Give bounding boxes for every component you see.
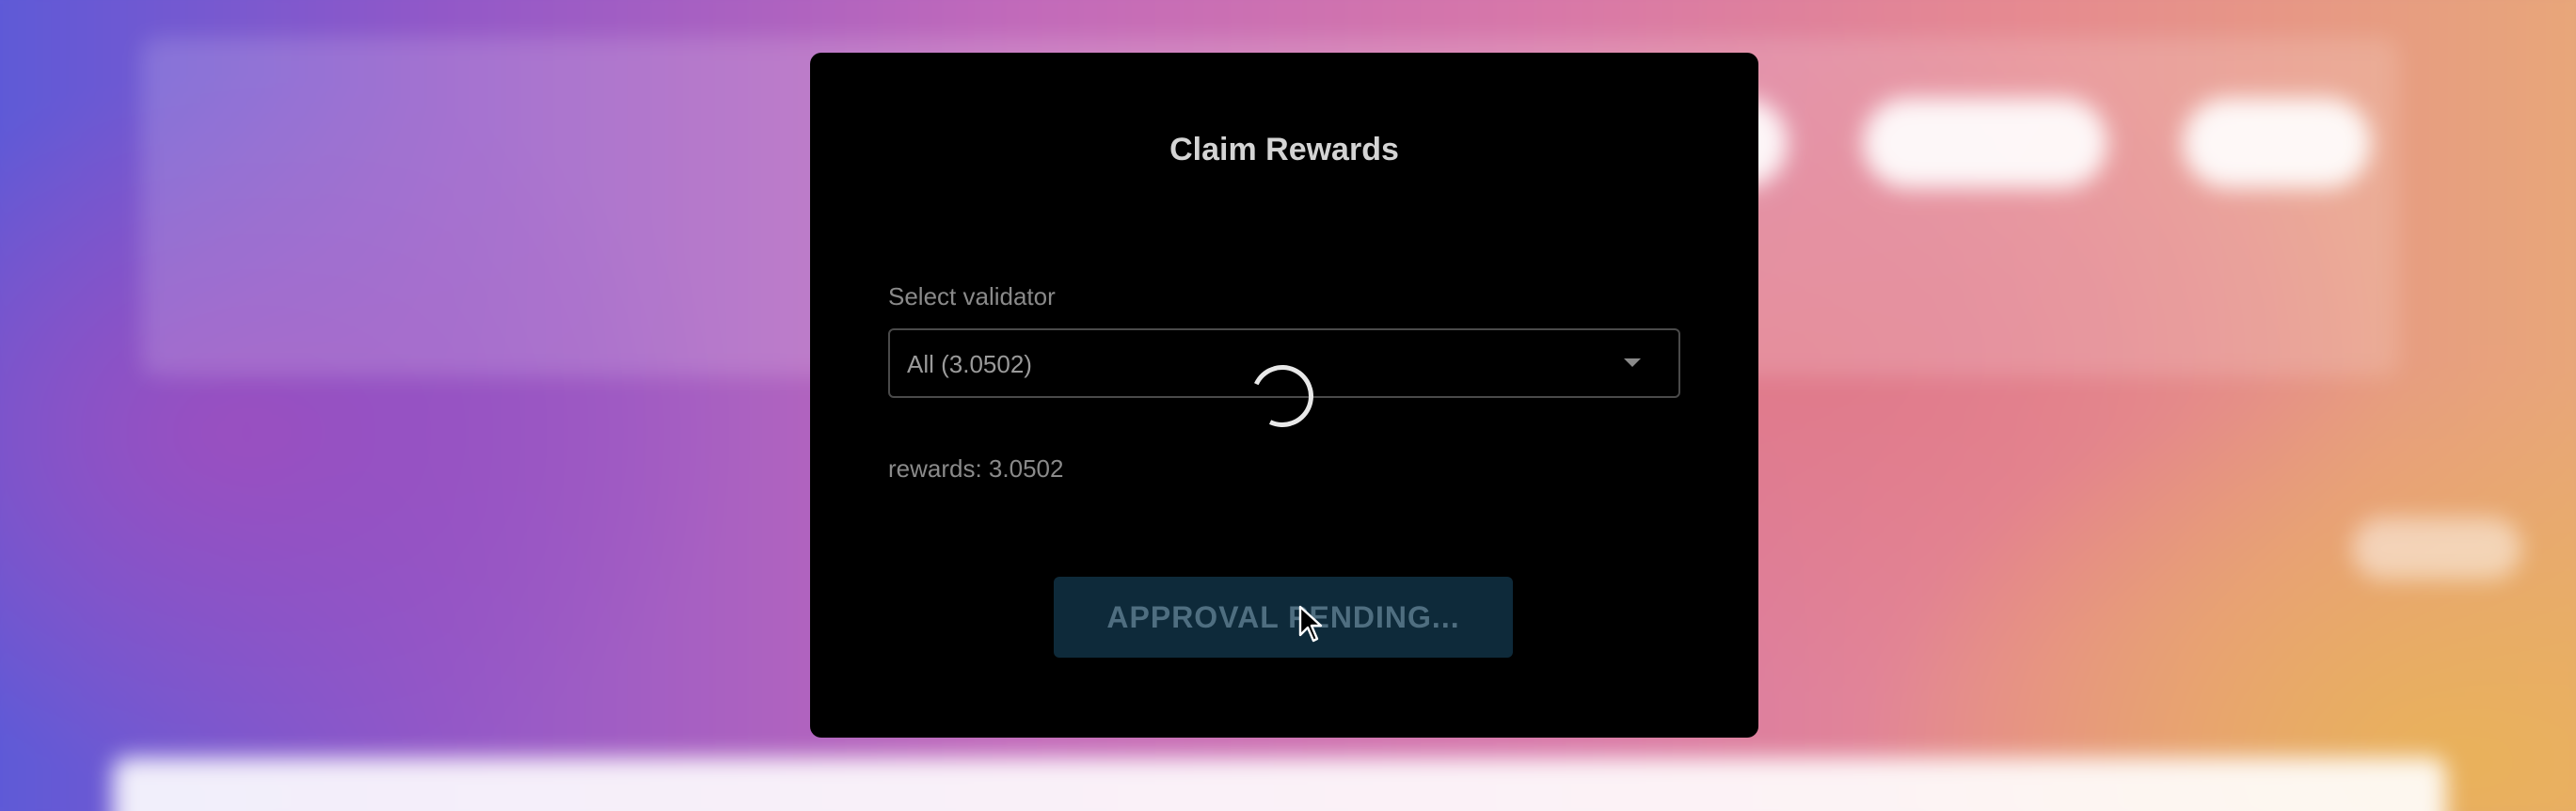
rewards-amount: rewards: 3.0502 bbox=[888, 454, 1064, 483]
modal-title: Claim Rewards bbox=[1169, 132, 1399, 167]
section-button bbox=[2352, 517, 2521, 580]
mouse-cursor-icon bbox=[1298, 605, 1323, 643]
approval-pending-button[interactable]: APPROVAL PENDING... bbox=[1054, 577, 1513, 658]
validator-select-value: All (3.0502) bbox=[907, 350, 1032, 378]
chevron-down-icon bbox=[1624, 358, 1641, 367]
select-validator-label: Select validator bbox=[888, 282, 1056, 310]
stat-pill bbox=[2183, 98, 2371, 188]
table-row bbox=[113, 757, 2446, 811]
stat-pill bbox=[1863, 98, 2107, 188]
claim-rewards-modal: Claim Rewards Select validator All (3.05… bbox=[810, 53, 1758, 738]
